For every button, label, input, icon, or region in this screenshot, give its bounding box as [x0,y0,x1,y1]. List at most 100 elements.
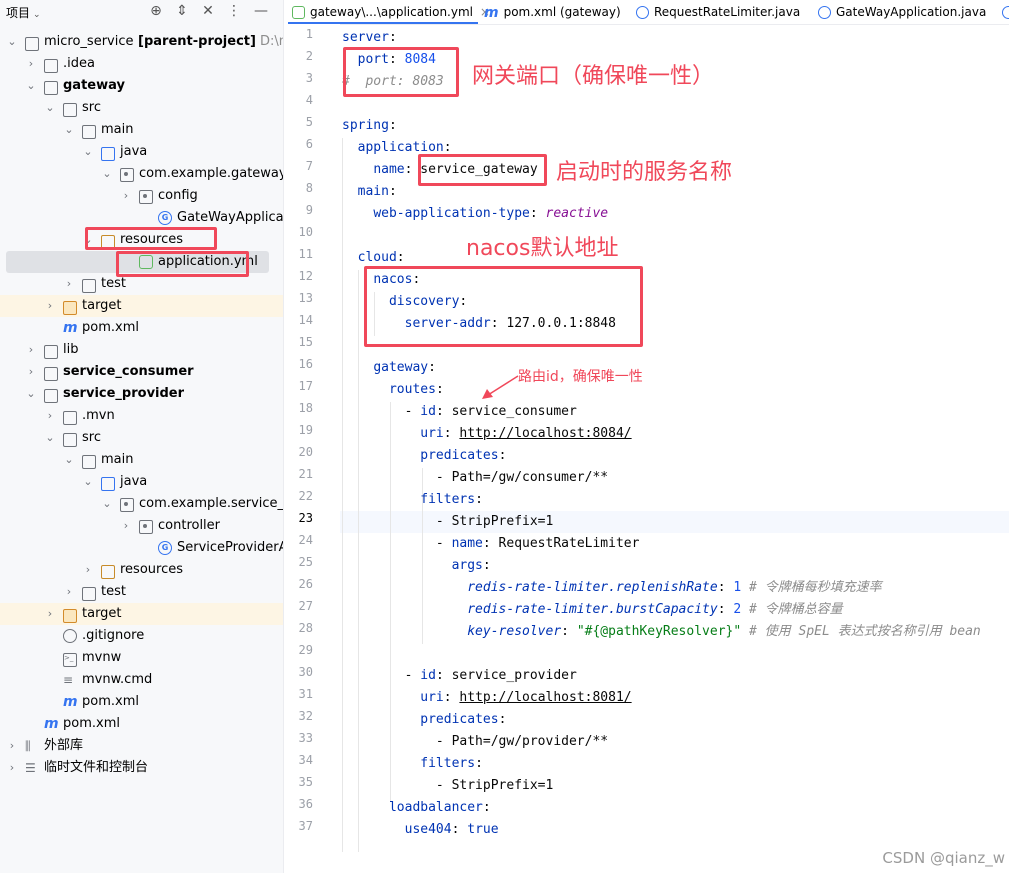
collapse-all-icon[interactable]: ✕ [199,2,217,20]
tree-item[interactable]: › controller [0,515,283,537]
chevron-right-icon[interactable]: › [44,603,56,625]
tree-item[interactable]: >_ mvnw [0,647,283,669]
spring-class-icon [818,6,831,19]
tree-item[interactable]: ⌄ main [0,119,283,141]
folder-icon [63,97,77,119]
chevron-down-icon[interactable]: ⌄ [101,493,113,515]
project-title: 项目 [6,6,31,20]
line-number: 11 [298,247,313,261]
tree-item[interactable]: ⌄ src [0,427,283,449]
locate-file-icon[interactable]: ⊕ [147,2,165,20]
tree-item-label: .idea [63,56,95,71]
tree-item[interactable]: ⌄ java [0,141,283,163]
chevron-right-icon[interactable]: › [63,581,75,603]
chevron-down-icon[interactable]: ⌄ [82,141,94,163]
line-number: 15 [298,335,313,349]
chevron-right-icon[interactable]: › [63,273,75,295]
module-folder-icon [44,383,58,405]
tree-item[interactable]: › ☰ 临时文件和控制台 [0,757,283,779]
chevron-down-icon[interactable]: ⌄ [25,75,37,97]
tree-item[interactable]: › service_consumer [0,361,283,383]
tree-item[interactable]: › target [0,295,283,317]
tree-item[interactable]: m pom.xml [0,691,283,713]
chevron-down-icon[interactable]: ⌄ [25,383,37,405]
chevron-right-icon[interactable]: › [120,515,132,537]
code-line: loadbalancer: [388,800,491,815]
resources-folder-icon [101,559,115,581]
chevron-down-icon[interactable]: ⌄ [101,163,113,185]
folder-icon [63,405,77,427]
tree-item[interactable]: › ⫼ 外部库 [0,735,283,757]
chevron-right-icon[interactable]: › [6,757,18,779]
tab-application-yml[interactable]: gateway\...\application.yml × [288,0,490,24]
chevron-right-icon[interactable]: › [44,295,56,317]
tree-item[interactable]: › target [0,603,283,625]
tab-request-rate-limiter[interactable]: RequestRateLimiter.java [636,0,800,24]
module-folder-icon [25,31,39,53]
tree-item[interactable]: m pom.xml [0,317,283,339]
tree-item[interactable]: › .idea [0,53,283,75]
tree-item[interactable]: ⌄ service_provider [0,383,283,405]
tree-item[interactable]: ≡ mvnw.cmd [0,669,283,691]
tree-item[interactable]: .gitignore [0,625,283,647]
hide-panel-icon[interactable]: — [252,2,270,20]
project-panel-header: 项目 ⌄ ⊕ ⇕ ✕ ⋮ — [0,0,283,24]
tree-item-label: test [101,584,126,599]
chevron-down-icon[interactable]: ⌄ [6,31,18,53]
chevron-down-icon[interactable]: ⌄ [44,97,56,119]
tree-item-label: 外部库 [44,738,84,753]
tree-item[interactable]: › .mvn [0,405,283,427]
tree-item[interactable]: ⌄ micro_service [parent-project]D:\mic [0,31,283,53]
chevron-right-icon[interactable]: › [44,405,56,427]
expand-all-icon[interactable]: ⇕ [173,2,191,20]
tree-item[interactable]: m pom.xml [0,713,283,735]
tree-item-label: pom.xml [63,716,120,731]
tab-pom-xml[interactable]: m pom.xml (gateway) [484,0,621,24]
tree-item[interactable]: › config [0,185,283,207]
more-tabs-icon[interactable] [1002,0,1009,24]
tree-item[interactable]: › resources [0,559,283,581]
line-number: 21 [298,467,313,481]
tree-item[interactable]: ⌄ com.example.service_p [0,493,283,515]
chevron-down-icon[interactable]: ⌄ [63,119,75,141]
tree-item-label: src [82,100,101,115]
folder-icon [82,119,96,141]
project-view-selector[interactable]: 项目 ⌄ [6,4,41,21]
folder-icon [63,427,77,449]
tab-gateway-application[interactable]: GateWayApplication.java [818,0,986,24]
chevron-down-icon[interactable]: ⌄ [63,449,75,471]
line-number: 30 [298,665,313,679]
code-editor[interactable]: server: port: 8084 # port: 8083 spring: ap… [342,24,1009,873]
line-number: 34 [298,753,313,767]
chevron-right-icon[interactable]: › [25,339,37,361]
chevron-down-icon[interactable]: ⌄ [82,471,94,493]
tree-item-label: java [120,144,148,159]
chevron-right-icon[interactable]: › [25,361,37,383]
chevron-right-icon[interactable]: › [82,559,94,581]
tree-item[interactable]: ⌄ gateway [0,75,283,97]
tree-item[interactable]: ⌄ main [0,449,283,471]
chevron-right-icon[interactable]: › [6,735,18,757]
chevron-right-icon[interactable]: › [25,53,37,75]
options-menu-icon[interactable]: ⋮ [225,2,243,20]
module-folder-icon [44,361,58,383]
chevron-down-icon[interactable]: ⌄ [44,427,56,449]
annotation-box-nacos [364,266,643,347]
tab-label: GateWayApplication.java [836,5,987,19]
tree-item-label: GateWayApplication [177,210,284,225]
tree-item[interactable]: ⌄ com.example.gateway [0,163,283,185]
tree-item[interactable]: G GateWayApplication [0,207,283,229]
tree-item[interactable]: G ServiceProviderApp [0,537,283,559]
annotation-box-name [418,154,547,186]
code-line: predicates: [420,712,507,727]
package-icon [139,185,153,207]
code-line: filters: [420,756,483,771]
chevron-right-icon[interactable]: › [120,185,132,207]
tree-item[interactable]: ⌄ java [0,471,283,493]
folder-icon [44,53,58,75]
tree-item[interactable]: › lib [0,339,283,361]
tree-item[interactable]: ⌄ src [0,97,283,119]
tree-item[interactable]: › test [0,581,283,603]
annotation-port-label: 网关端口（确保唯一性） [472,64,715,89]
code-line: - name: RequestRateLimiter [342,536,640,551]
